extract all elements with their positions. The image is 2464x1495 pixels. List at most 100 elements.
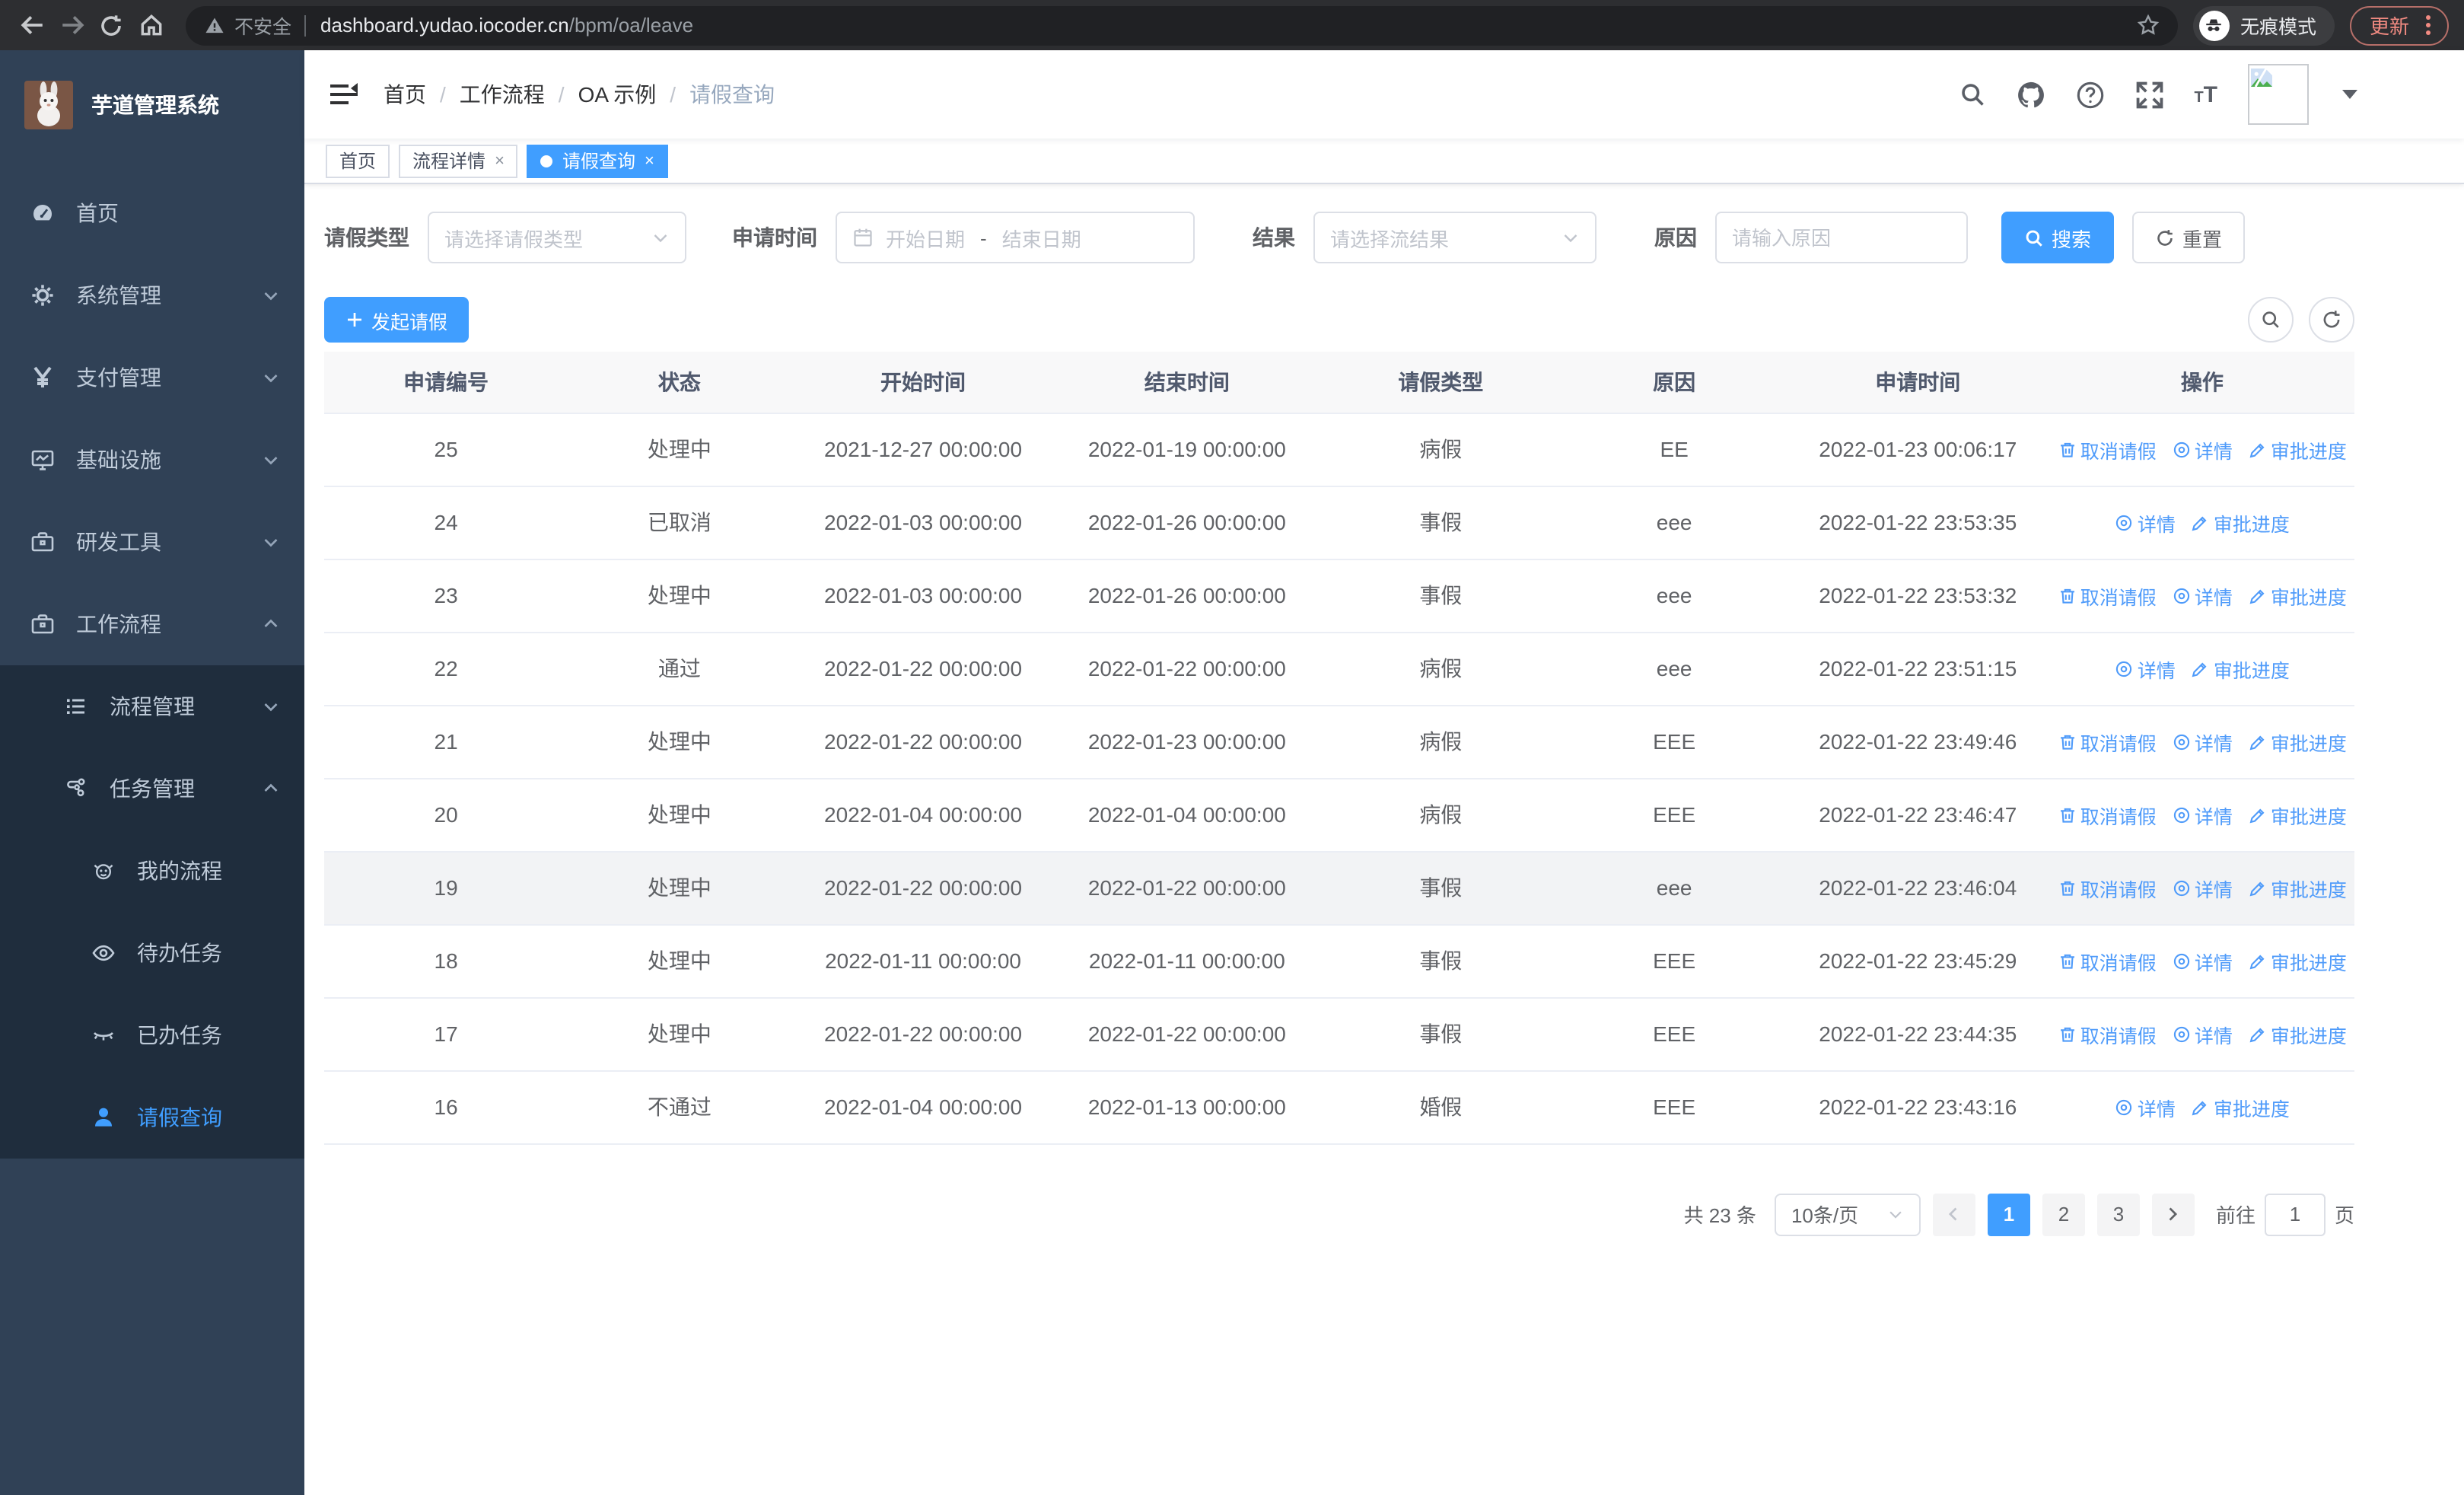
- sidebar-item-leave-query[interactable]: 请假查询: [0, 1076, 304, 1159]
- cell-end-time: 2022-01-23 00:00:00: [1055, 705, 1320, 779]
- detail-link[interactable]: 详情: [2172, 873, 2233, 902]
- reload-icon[interactable]: [91, 5, 131, 45]
- home-icon[interactable]: [131, 5, 170, 45]
- detail-link[interactable]: 详情: [2172, 946, 2233, 975]
- approval-progress-link[interactable]: 审批进度: [2191, 1092, 2290, 1121]
- tag-process-detail[interactable]: 流程详情 ×: [399, 144, 518, 177]
- pen-icon: [2191, 512, 2211, 532]
- eye-open-icon: [91, 941, 116, 965]
- sidebar-item-infra[interactable]: 基础设施: [0, 419, 304, 501]
- detail-link[interactable]: 详情: [2115, 1092, 2176, 1121]
- cell-status: 处理中: [568, 705, 791, 779]
- back-icon[interactable]: [12, 5, 52, 45]
- breadcrumb-item[interactable]: 首页: [384, 79, 426, 110]
- refresh-table-button[interactable]: [2309, 297, 2354, 343]
- font-size-icon[interactable]: TT: [2194, 81, 2217, 107]
- chevron-down-icon: [262, 533, 280, 551]
- result-select[interactable]: 请选择流结果: [1313, 212, 1597, 263]
- security-label[interactable]: 不安全: [234, 11, 291, 40]
- reason-input[interactable]: [1732, 226, 1951, 249]
- sidebar-item-system[interactable]: 系统管理: [0, 254, 304, 336]
- search-icon[interactable]: [1958, 81, 1985, 108]
- sidebar-item-home[interactable]: 首页: [0, 172, 304, 254]
- show-search-button[interactable]: [2248, 297, 2294, 343]
- approval-progress-link[interactable]: 审批进度: [2248, 581, 2347, 610]
- sidebar-item-label: 系统管理: [76, 283, 161, 308]
- update-label[interactable]: 更新: [2370, 11, 2409, 40]
- detail-link[interactable]: 详情: [2115, 654, 2176, 683]
- browser-menu-icon[interactable]: [2421, 15, 2435, 35]
- tag-home[interactable]: 首页: [326, 144, 390, 177]
- detail-link[interactable]: 详情: [2172, 727, 2233, 756]
- cancel-leave-link[interactable]: 取消请假: [2058, 873, 2157, 902]
- end-date-placeholder: 结束日期: [1001, 228, 1081, 250]
- bookmark-star-icon[interactable]: [2137, 14, 2160, 37]
- cancel-leave-link[interactable]: 取消请假: [2058, 581, 2157, 610]
- detail-link[interactable]: 详情: [2172, 435, 2233, 464]
- chevron-up-icon: [262, 779, 280, 798]
- page-button-3[interactable]: 3: [2096, 1193, 2140, 1235]
- sidebar-item-task-mgmt[interactable]: 任务管理: [0, 748, 304, 830]
- approval-progress-link[interactable]: 审批进度: [2191, 654, 2290, 683]
- sidebar-item-todo-tasks[interactable]: 待办任务: [0, 912, 304, 994]
- detail-link[interactable]: 详情: [2172, 1019, 2233, 1048]
- cell-status: 处理中: [568, 997, 791, 1071]
- cell-reason: EEE: [1562, 997, 1786, 1071]
- cell-apply-time: 2022-01-22 23:43:16: [1785, 1070, 2050, 1144]
- hamburger-icon[interactable]: [329, 79, 359, 110]
- update-button[interactable]: 更新: [2349, 5, 2449, 45]
- prev-page-button[interactable]: [1932, 1193, 1975, 1235]
- breadcrumb-item[interactable]: 工作流程: [460, 79, 545, 110]
- approval-progress-link[interactable]: 审批进度: [2248, 800, 2347, 829]
- avatar-caret-icon[interactable]: [2342, 90, 2357, 99]
- sidebar-item-process-mgmt[interactable]: 流程管理: [0, 665, 304, 748]
- avatar[interactable]: [2248, 64, 2309, 125]
- approval-progress-link[interactable]: 审批进度: [2248, 435, 2347, 464]
- page-button-1[interactable]: 1: [1987, 1193, 2030, 1235]
- pen-icon: [2248, 951, 2268, 971]
- close-icon[interactable]: ×: [495, 151, 505, 170]
- cancel-leave-link[interactable]: 取消请假: [2058, 1019, 2157, 1048]
- approval-progress-link[interactable]: 审批进度: [2248, 946, 2347, 975]
- goto-page-input[interactable]: [2264, 1193, 2326, 1235]
- header-start-time: 开始时间: [791, 352, 1055, 413]
- forward-icon[interactable]: [52, 5, 91, 45]
- eye-closed-icon: [91, 1023, 116, 1047]
- close-icon[interactable]: ×: [645, 151, 654, 170]
- reset-button[interactable]: 重置: [2132, 212, 2246, 263]
- github-icon[interactable]: [2016, 80, 2045, 109]
- create-leave-button[interactable]: 发起请假: [324, 297, 470, 343]
- sidebar-item-workflow[interactable]: 工作流程: [0, 583, 304, 665]
- cell-apply-id: 21: [324, 705, 568, 779]
- fullscreen-icon[interactable]: [2135, 80, 2163, 109]
- sidebar-item-devtools[interactable]: 研发工具: [0, 501, 304, 583]
- page-size-select[interactable]: 10条/页: [1774, 1193, 1921, 1235]
- approval-progress-link[interactable]: 审批进度: [2191, 508, 2290, 537]
- address-bar[interactable]: 不安全 dashboard.yudao.iocoder.cn/bpm/oa/le…: [186, 5, 2178, 45]
- next-page-button[interactable]: [2151, 1193, 2195, 1235]
- cancel-leave-link[interactable]: 取消请假: [2058, 435, 2157, 464]
- approval-progress-link[interactable]: 审批进度: [2248, 1019, 2347, 1048]
- cancel-leave-link[interactable]: 取消请假: [2058, 800, 2157, 829]
- table-row: 22 通过 2022-01-22 00:00:00 2022-01-22 00:00:…: [324, 632, 2354, 706]
- eye-icon: [2172, 1024, 2192, 1044]
- approval-progress-link[interactable]: 审批进度: [2248, 727, 2347, 756]
- apply-time-range-picker[interactable]: 开始日期 - 结束日期: [836, 212, 1195, 263]
- cancel-leave-link[interactable]: 取消请假: [2058, 946, 2157, 975]
- app-logo-row: 芋道管理系统: [0, 50, 304, 160]
- detail-link[interactable]: 详情: [2115, 508, 2176, 537]
- page-button-2[interactable]: 2: [2042, 1193, 2085, 1235]
- breadcrumb-item[interactable]: OA 示例: [578, 79, 657, 110]
- approval-progress-link[interactable]: 审批进度: [2248, 873, 2347, 902]
- sidebar-item-payment[interactable]: 支付管理: [0, 336, 304, 419]
- monitor-icon: [30, 448, 55, 472]
- sidebar-item-done-tasks[interactable]: 已办任务: [0, 994, 304, 1076]
- sidebar-item-my-process[interactable]: 我的流程: [0, 830, 304, 912]
- detail-link[interactable]: 详情: [2172, 800, 2233, 829]
- leave-type-select[interactable]: 请选择请假类型: [428, 212, 686, 263]
- help-icon[interactable]: [2075, 80, 2104, 109]
- detail-link[interactable]: 详情: [2172, 581, 2233, 610]
- search-button[interactable]: 搜索: [2001, 212, 2115, 263]
- tag-leave-query[interactable]: 请假查询 ×: [527, 144, 668, 177]
- cancel-leave-link[interactable]: 取消请假: [2058, 727, 2157, 756]
